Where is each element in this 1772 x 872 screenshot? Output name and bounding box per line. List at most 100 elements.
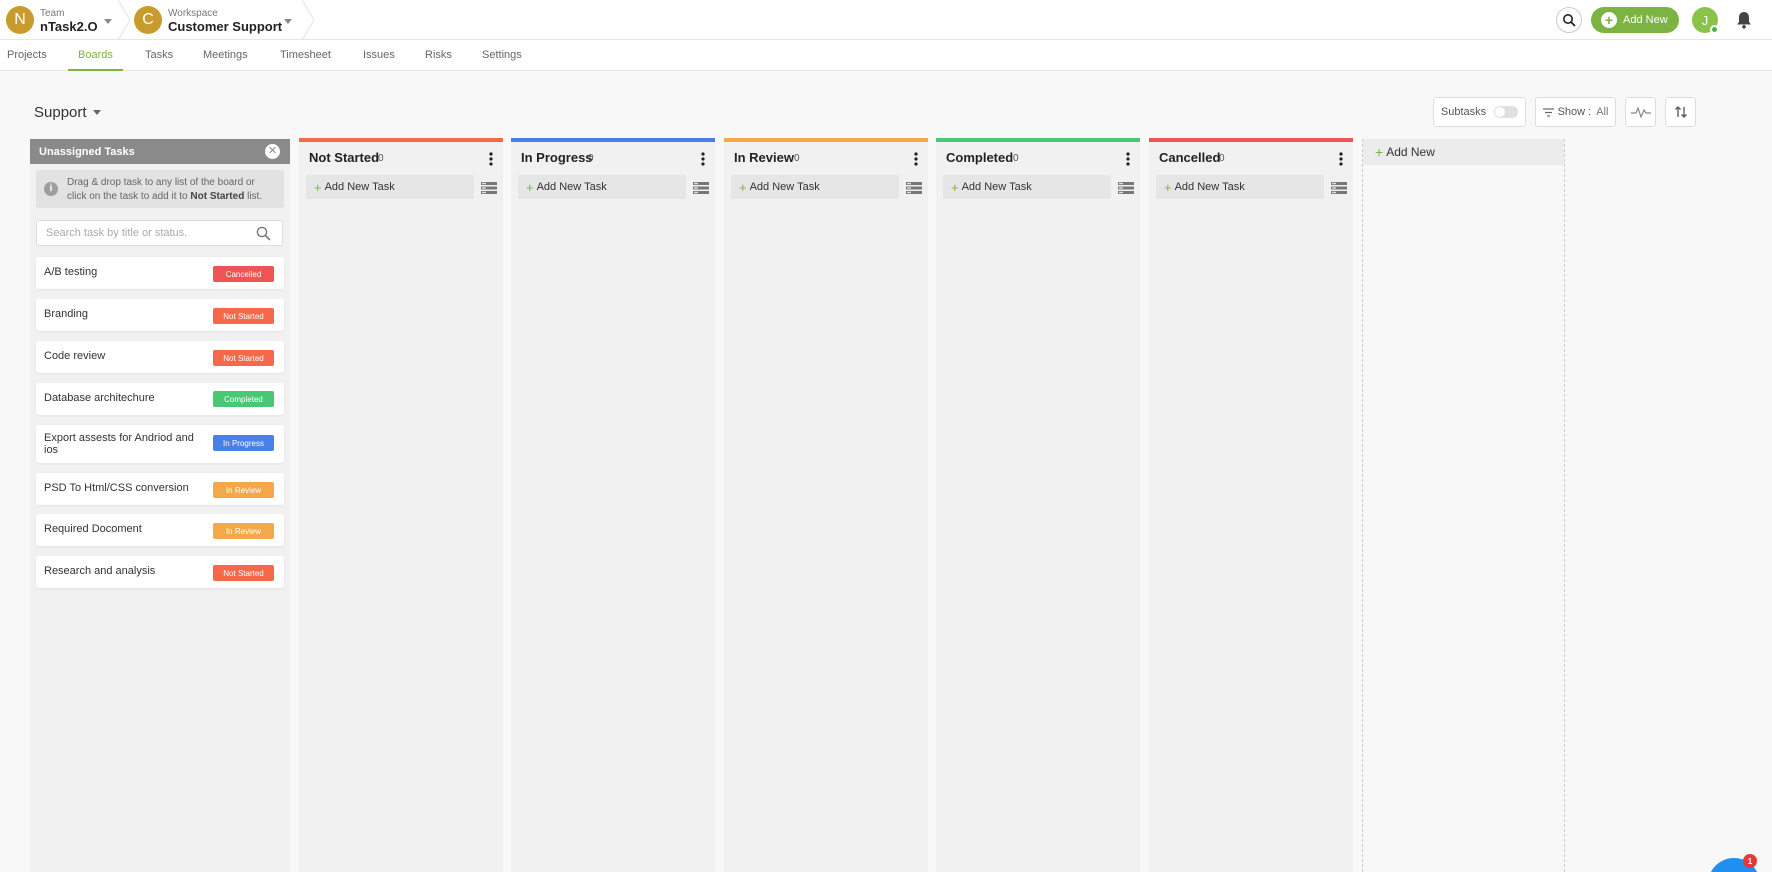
board-column-completed: Completed 0 + Add New Task (936, 138, 1140, 872)
breadcrumb-separator-icon (117, 0, 131, 40)
more-vertical-icon[interactable] (1339, 152, 1343, 166)
tab-meetings[interactable]: Meetings (203, 49, 248, 71)
more-vertical-icon[interactable] (489, 152, 493, 166)
list-icon[interactable] (906, 182, 922, 194)
unassigned-info-box: i Drag & drop task to any list of the bo… (36, 170, 284, 208)
board-title: Support (34, 104, 87, 121)
list-icon[interactable] (1118, 182, 1134, 194)
board-column-in-review: In Review 0 + Add New Task (724, 138, 928, 872)
add-new-task-button[interactable]: + Add New Task (1156, 175, 1324, 199)
search-icon (1563, 14, 1576, 27)
tab-projects[interactable]: Projects (7, 49, 47, 71)
column-title: Cancelled (1159, 150, 1221, 165)
filter-icon (1542, 107, 1554, 117)
workspace-selector[interactable]: C Workspace Customer Support (134, 3, 298, 37)
tab-issues[interactable]: Issues (363, 49, 395, 71)
subtasks-toggle-button[interactable]: Subtasks (1433, 97, 1526, 127)
plus-icon: + (1164, 179, 1172, 195)
column-count: 0 (1013, 153, 1019, 164)
unassigned-task-card[interactable]: Branding Not Started (36, 299, 284, 331)
add-new-task-button[interactable]: + Add New Task (306, 175, 474, 199)
plus-icon: + (1601, 12, 1617, 28)
chat-notification-badge: 1 (1743, 854, 1757, 868)
team-avatar: N (6, 6, 34, 34)
tab-tasks[interactable]: Tasks (145, 49, 173, 71)
top-bar: N Team nTask2.O C Workspace Customer Sup… (0, 0, 1772, 40)
add-new-task-button[interactable]: + Add New Task (518, 175, 686, 199)
column-count: 0 (794, 153, 800, 164)
board-column-not-started: Not Started 0 + Add New Task (299, 138, 503, 872)
tab-risks[interactable]: Risks (425, 49, 452, 71)
list-icon[interactable] (693, 182, 709, 194)
status-badge: In Progress (213, 435, 274, 451)
unassigned-task-card[interactable]: Code review Not Started (36, 341, 284, 373)
add-new-list-column: + Add New (1362, 139, 1565, 872)
info-icon: i (44, 182, 58, 196)
column-title: In Review (734, 150, 794, 165)
status-badge: Cancelled (213, 266, 274, 282)
workspace-avatar: C (134, 6, 162, 34)
plus-icon: + (526, 179, 534, 195)
unassigned-task-card[interactable]: A/B testing Cancelled (36, 257, 284, 289)
task-title: A/B testing (44, 266, 98, 278)
add-new-list-button[interactable]: + Add New (1363, 139, 1564, 165)
breadcrumb-separator-icon (301, 0, 315, 40)
bell-icon[interactable] (1734, 10, 1754, 30)
board-column-cancelled: Cancelled 0 + Add New Task (1149, 138, 1353, 872)
task-title: Research and analysis (44, 565, 156, 577)
task-title: PSD To Html/CSS conversion (44, 482, 189, 494)
column-title: Not Started (309, 150, 380, 165)
team-name: nTask2.O (40, 19, 98, 34)
close-icon[interactable]: ✕ (265, 144, 280, 159)
add-new-task-button[interactable]: + Add New Task (731, 175, 899, 199)
subtasks-toggle[interactable] (1494, 106, 1519, 118)
team-selector[interactable]: N Team nTask2.O (6, 3, 114, 37)
more-vertical-icon[interactable] (914, 152, 918, 166)
board-selector[interactable]: Support (34, 104, 101, 121)
chevron-down-icon (104, 19, 112, 24)
list-icon[interactable] (481, 182, 497, 194)
activity-button[interactable] (1625, 97, 1656, 127)
unassigned-tasks-title: Unassigned Tasks (39, 145, 135, 158)
unassigned-task-card[interactable]: Research and analysis Not Started (36, 556, 284, 588)
workspace-name: Customer Support (168, 19, 283, 34)
task-search-box (36, 220, 283, 246)
status-badge: In Review (213, 523, 274, 539)
list-icon[interactable] (1331, 182, 1347, 194)
plus-icon: + (951, 179, 959, 195)
unassigned-tasks-panel: Unassigned Tasks ✕ i Drag & drop task to… (30, 139, 290, 872)
more-vertical-icon[interactable] (1126, 152, 1130, 166)
unassigned-task-card[interactable]: Database architechure Completed (36, 383, 284, 415)
unassigned-task-card[interactable]: PSD To Html/CSS conversion In Review (36, 473, 284, 505)
info-line-1: Drag & drop task to any list of the boar… (67, 177, 255, 188)
add-new-label: Add New (1623, 14, 1668, 26)
activity-icon (1630, 106, 1651, 118)
unassigned-tasks-header: Unassigned Tasks ✕ (30, 139, 290, 164)
tab-timesheet[interactable]: Timesheet (280, 49, 331, 71)
show-filter-button[interactable]: Show : All (1535, 97, 1616, 127)
unassigned-task-card[interactable]: Required Docoment In Review (36, 514, 284, 546)
task-title: Code review (44, 350, 106, 362)
add-new-button[interactable]: + Add New (1591, 7, 1679, 33)
tab-boards[interactable]: Boards (68, 49, 123, 71)
unassigned-task-card[interactable]: Export assests for Andriod and ios In Pr… (36, 425, 284, 463)
show-label: Show : (1557, 106, 1592, 118)
search-icon[interactable] (256, 226, 271, 241)
global-search-button[interactable] (1556, 7, 1582, 33)
chevron-down-icon (92, 110, 101, 115)
task-title: Branding (44, 308, 89, 320)
chevron-down-icon (284, 19, 292, 24)
add-new-task-button[interactable]: + Add New Task (943, 175, 1111, 199)
column-title: Completed (946, 150, 1014, 165)
column-count: 0 (588, 153, 594, 164)
sort-icon (1674, 106, 1687, 118)
task-title: Export assests for Andriod and ios (44, 432, 194, 456)
sort-button[interactable] (1665, 97, 1696, 127)
status-badge: Not Started (213, 308, 274, 324)
more-vertical-icon[interactable] (701, 152, 705, 166)
task-title: Required Docoment (44, 523, 142, 535)
tab-settings[interactable]: Settings (482, 49, 522, 71)
task-title: Database architechure (44, 392, 155, 404)
column-count: 0 (1219, 153, 1225, 164)
task-search-input[interactable] (37, 221, 237, 245)
